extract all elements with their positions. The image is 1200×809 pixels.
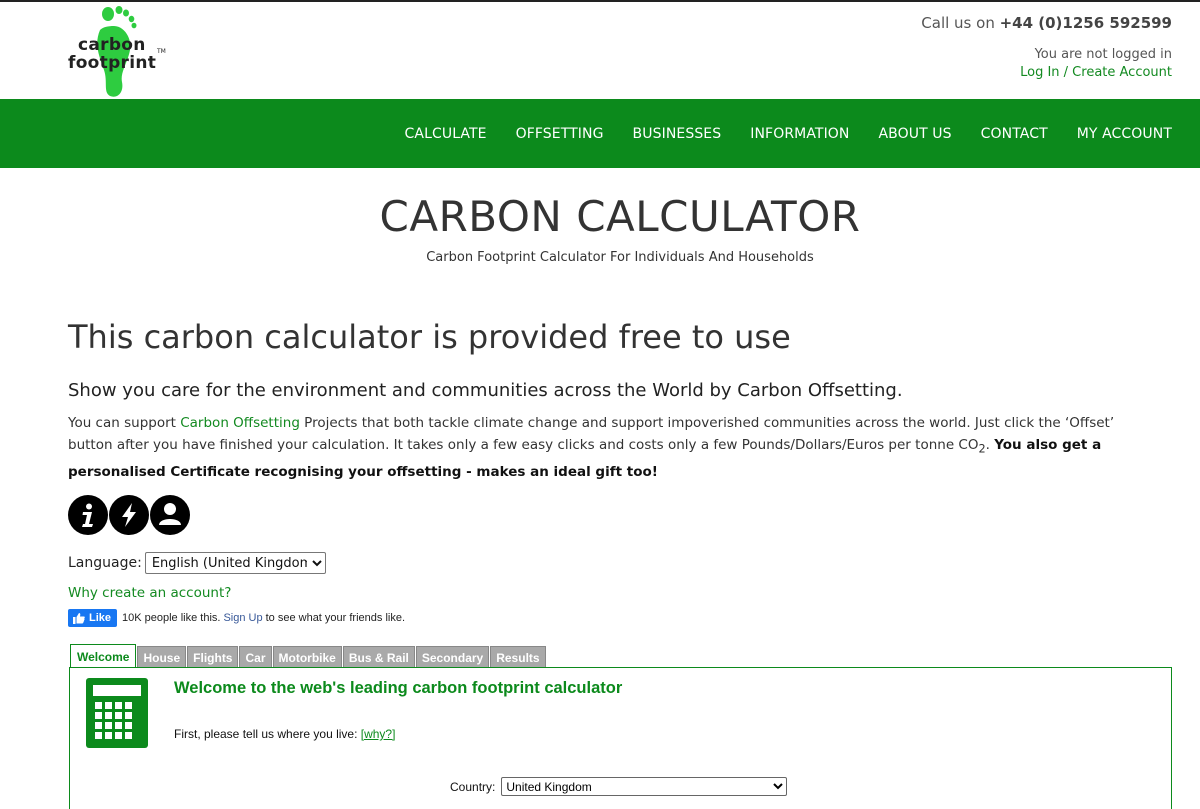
language-select[interactable]: English (United Kingdom) xyxy=(144,552,326,574)
country-label: Country: xyxy=(450,779,496,794)
country-selector: Country: United Kingdom xyxy=(450,777,788,796)
facebook-like-text: to see what your friends like. xyxy=(265,612,406,624)
facebook-like-widget: Like 10K people like this. Sign Up to se… xyxy=(68,609,405,627)
nav-item-contact[interactable]: CONTACT xyxy=(981,126,1048,142)
user-icon[interactable] xyxy=(150,495,190,535)
para-text-3: . xyxy=(985,437,995,453)
tab-secondary[interactable]: Secondary xyxy=(415,646,490,668)
lightning-icon[interactable] xyxy=(109,495,149,535)
facebook-signup-link[interactable]: Sign Up xyxy=(223,612,262,624)
country-select[interactable]: United Kingdom xyxy=(501,777,788,796)
login-link[interactable]: Log In / Create Account xyxy=(1020,65,1172,80)
nav-item-about-us[interactable]: ABOUT US xyxy=(879,126,952,142)
facebook-like-button[interactable]: Like xyxy=(68,609,118,627)
page-subtitle: Carbon Footprint Calculator For Individu… xyxy=(426,250,814,265)
nav-item-calculate[interactable]: CALCULATE xyxy=(405,126,487,142)
phone-contact: Call us on +44 (0)1256 592599 xyxy=(921,14,1172,32)
tab-bus-rail[interactable]: Bus & Rail xyxy=(342,646,415,668)
main-nav: CALCULATE OFFSETTING BUSINESSES INFORMAT… xyxy=(0,99,1200,168)
nav-item-businesses[interactable]: BUSINESSES xyxy=(633,126,722,142)
logo-text-line1: carbon xyxy=(78,35,146,55)
logo[interactable]: carbon footprint TM xyxy=(66,4,176,98)
tab-house[interactable]: House xyxy=(137,646,187,668)
why-link[interactable]: [why?] xyxy=(361,727,396,741)
page-title: CARBON CALCULATOR xyxy=(379,192,861,241)
tab-welcome[interactable]: Welcome xyxy=(70,644,137,668)
tab-car[interactable]: Car xyxy=(239,646,272,668)
login-status: You are not logged in xyxy=(1034,47,1172,62)
calculator-tabs: Welcome House Flights Car Motorbike Bus … xyxy=(70,644,547,668)
action-icons xyxy=(68,495,191,535)
why-create-account-link[interactable]: Why create an account? xyxy=(68,585,231,601)
nav-item-offsetting[interactable]: OFFSETTING xyxy=(516,126,604,142)
logo-text-line2: footprint xyxy=(68,53,157,73)
location-prompt: First, please tell us where you live: [w… xyxy=(174,727,395,741)
phone-number[interactable]: +44 (0)1256 592599 xyxy=(1000,14,1172,32)
panel-title: Welcome to the web's leading carbon foot… xyxy=(174,679,623,697)
tab-flights[interactable]: Flights xyxy=(187,646,239,668)
section-subheading: Show you care for the environment and co… xyxy=(68,380,903,401)
section-heading: This carbon calculator is provided free … xyxy=(68,318,791,356)
tab-motorbike[interactable]: Motorbike xyxy=(272,646,342,668)
carbon-offsetting-link[interactable]: Carbon Offsetting xyxy=(180,415,300,431)
calculator-icon xyxy=(86,678,148,748)
thumbs-up-icon xyxy=(73,612,85,624)
location-prompt-text: First, please tell us where you live: xyxy=(174,727,361,741)
nav-item-my-account[interactable]: MY ACCOUNT xyxy=(1077,126,1172,142)
intro-paragraph: You can support Carbon Offsetting Projec… xyxy=(68,412,1158,483)
language-selector: Language: English (United Kingdom) xyxy=(68,552,326,574)
tab-results[interactable]: Results xyxy=(490,646,546,668)
facebook-like-label: Like xyxy=(89,612,112,624)
welcome-panel: Welcome to the web's leading carbon foot… xyxy=(69,667,1172,809)
para-text-1: You can support xyxy=(68,415,181,431)
facebook-like-count: 10K people like this. xyxy=(122,612,221,624)
info-icon[interactable] xyxy=(68,495,108,535)
call-prefix: Call us on xyxy=(921,14,1000,32)
nav-item-information[interactable]: INFORMATION xyxy=(750,126,849,142)
co2-subscript: 2 xyxy=(978,442,986,456)
site-header: carbon footprint TM Call us on +44 (0)12… xyxy=(0,2,1200,99)
language-label: Language: xyxy=(68,555,142,571)
logo-trademark: TM xyxy=(157,48,166,55)
